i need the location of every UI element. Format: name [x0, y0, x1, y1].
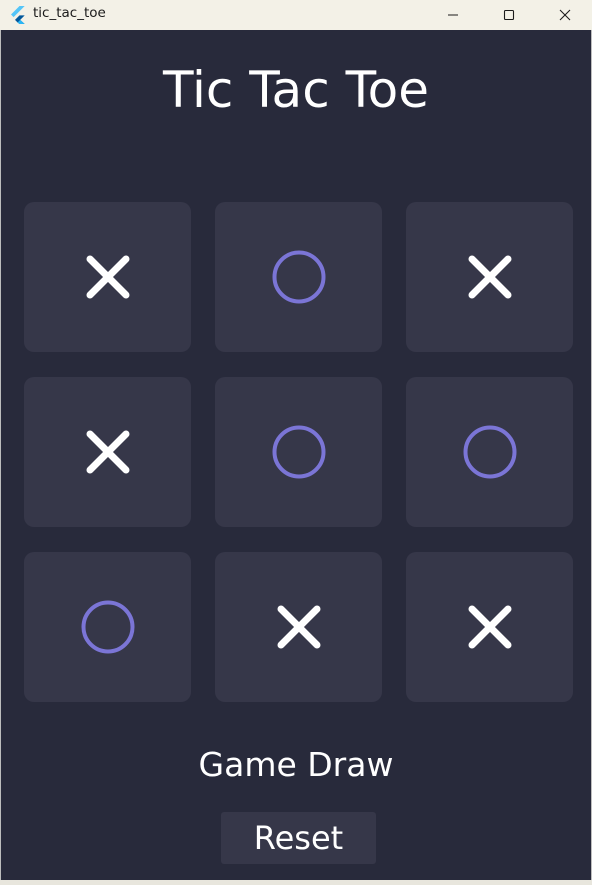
window-titlebar: tic_tac_toe [0, 0, 592, 30]
board-cell-8[interactable] [215, 552, 382, 702]
window-title: tic_tac_toe [33, 5, 106, 21]
reset-button[interactable]: Reset [221, 812, 376, 864]
board-cell-9[interactable] [406, 552, 573, 702]
game-board [24, 202, 573, 702]
board-cell-7[interactable] [24, 552, 191, 702]
board-cell-4[interactable] [24, 377, 191, 527]
flutter-logo-icon [11, 6, 25, 24]
page-title: Tic Tac Toe [163, 61, 429, 119]
maximize-button[interactable] [486, 0, 532, 30]
x-mark-icon [468, 255, 511, 299]
game-status: Game Draw [198, 745, 394, 784]
maximize-icon [503, 9, 515, 21]
o-mark-icon [81, 600, 134, 654]
window-bottom-edge [0, 880, 592, 885]
x-mark-icon [86, 430, 129, 474]
o-mark-icon [463, 425, 516, 479]
board-cell-2[interactable] [215, 202, 382, 352]
minimize-button[interactable] [430, 0, 476, 30]
board-cell-3[interactable] [406, 202, 573, 352]
board-cell-6[interactable] [406, 377, 573, 527]
minimize-icon [448, 14, 458, 16]
board-cell-5[interactable] [215, 377, 382, 527]
x-mark-icon [86, 255, 129, 299]
close-button[interactable] [542, 0, 588, 30]
close-icon [559, 9, 571, 21]
x-mark-icon [468, 605, 511, 649]
o-mark-icon [272, 250, 325, 304]
o-mark-icon [272, 425, 325, 479]
board-cell-1[interactable] [24, 202, 191, 352]
x-mark-icon [277, 605, 320, 649]
